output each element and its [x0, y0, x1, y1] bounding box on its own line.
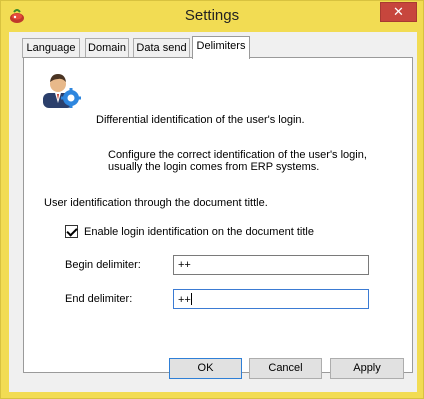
end-delimiter-input[interactable]: ++ — [173, 289, 369, 309]
enable-login-checkbox[interactable] — [65, 225, 78, 238]
end-delimiter-label: End delimiter: — [65, 293, 133, 305]
user-settings-icon — [43, 74, 81, 108]
window-title: Settings — [184, 7, 240, 24]
section-label: User identification through the document… — [44, 197, 268, 209]
settings-window: Settings ✕ Language Domain Data send Del… — [0, 0, 424, 399]
delimiters-panel: Differential identification of the user'… — [23, 57, 413, 373]
ok-button[interactable]: OK — [169, 358, 242, 379]
end-delimiter-value: ++ — [178, 294, 191, 306]
tab-language[interactable]: Language — [22, 38, 80, 58]
begin-delimiter-label: Begin delimiter: — [65, 259, 141, 271]
description-line-2: usually the login comes from ERP systems… — [108, 161, 320, 173]
title-bar[interactable]: Settings ✕ — [1, 1, 423, 32]
close-icon: ✕ — [393, 4, 404, 19]
apply-button[interactable]: Apply — [330, 358, 404, 379]
begin-delimiter-input[interactable]: ++ — [173, 255, 369, 275]
description-line-1: Configure the correct identification of … — [108, 149, 367, 161]
text-caret — [190, 293, 192, 305]
tab-delimiters[interactable]: Delimiters — [192, 36, 250, 59]
close-button[interactable]: ✕ — [380, 2, 417, 22]
begin-delimiter-value: ++ — [178, 259, 191, 271]
tab-domain[interactable]: Domain — [85, 38, 129, 58]
dialog-body: Language Domain Data send Delimiters Dif… — [9, 32, 417, 392]
cancel-button[interactable]: Cancel — [249, 358, 322, 379]
enable-login-label[interactable]: Enable login identification on the docum… — [84, 226, 314, 238]
tab-data-send[interactable]: Data send — [133, 38, 190, 58]
panel-heading: Differential identification of the user'… — [96, 114, 305, 126]
